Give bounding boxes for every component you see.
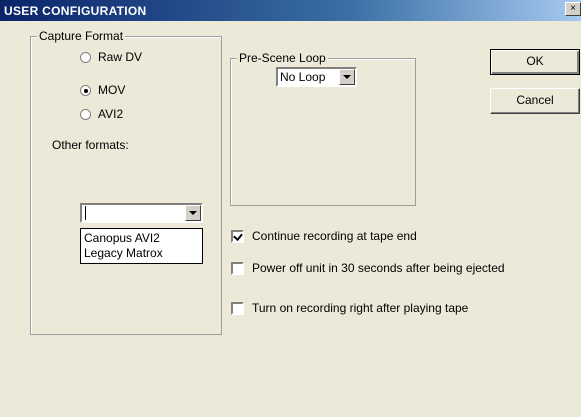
dropdown-option[interactable]: Canopus AVI2 — [84, 231, 160, 245]
checkbox-label: Turn on recording right after playing ta… — [252, 301, 469, 315]
checkbox[interactable] — [231, 229, 244, 243]
other-formats-combo[interactable] — [80, 203, 203, 223]
ok-button-label: OK — [526, 54, 544, 68]
option-continue-recording[interactable]: Continue recording at tape end — [231, 228, 417, 244]
option-power-off[interactable]: Power off unit in 30 seconds after being… — [231, 260, 505, 276]
radio-label: AVI2 — [98, 107, 124, 121]
radio-button[interactable] — [80, 108, 91, 120]
title-bar: USER CONFIGURATION × — [0, 0, 581, 21]
capture-format-legend: Capture Format — [37, 29, 126, 43]
pre-scene-loop-value: No Loop — [280, 70, 326, 84]
capture-format-group: Capture Format — [30, 29, 222, 335]
radio-avi2[interactable]: AVI2 — [80, 106, 123, 122]
other-formats-dropdown: Canopus AVI2 Legacy Matrox — [80, 228, 203, 264]
checkbox[interactable] — [231, 261, 244, 275]
cancel-button-label: Cancel — [516, 93, 554, 107]
checkbox-label: Power off unit in 30 seconds after being… — [252, 261, 505, 275]
cancel-button[interactable]: Cancel — [490, 88, 580, 114]
checkbox[interactable] — [231, 301, 244, 315]
window-title: USER CONFIGURATION — [4, 4, 147, 18]
option-turn-on-recording[interactable]: Turn on recording right after playing ta… — [231, 300, 468, 316]
text-caret — [85, 206, 86, 220]
other-formats-label: Other formats: — [52, 138, 129, 152]
radio-button[interactable] — [80, 51, 91, 63]
ok-button[interactable]: OK — [490, 49, 580, 75]
pre-scene-loop-legend: Pre-Scene Loop — [237, 51, 328, 65]
checkbox-label: Continue recording at tape end — [252, 229, 417, 243]
radio-raw-dv[interactable]: Raw DV — [80, 49, 142, 65]
close-button[interactable]: × — [565, 2, 581, 16]
chevron-down-icon[interactable] — [339, 69, 355, 85]
pre-scene-loop-combo[interactable]: No Loop — [276, 67, 357, 87]
radio-button[interactable] — [80, 84, 91, 96]
dropdown-option[interactable]: Legacy Matrox — [84, 246, 163, 260]
chevron-down-icon[interactable] — [185, 205, 201, 221]
radio-label: MOV — [98, 83, 126, 97]
radio-label: Raw DV — [98, 50, 143, 64]
close-icon: × — [570, 3, 576, 14]
radio-mov[interactable]: MOV — [80, 82, 125, 98]
